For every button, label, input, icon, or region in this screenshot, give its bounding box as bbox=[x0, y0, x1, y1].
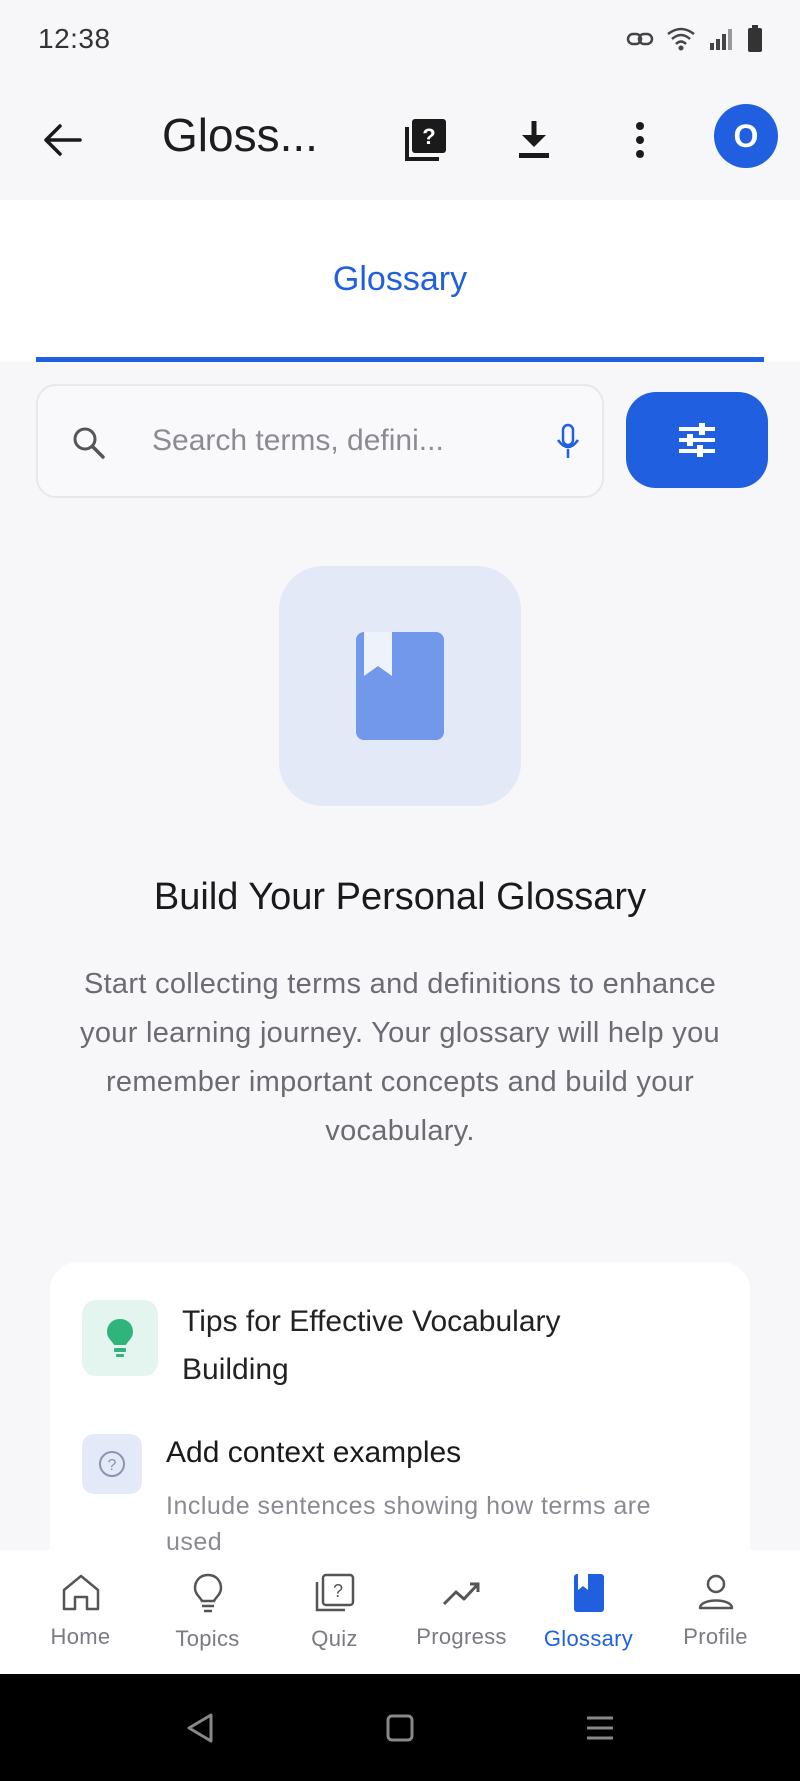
system-navigation-bar bbox=[0, 1674, 800, 1781]
arrow-back-icon bbox=[44, 124, 82, 156]
quiz-icon: ? bbox=[405, 119, 446, 161]
empty-state-description: Start collecting terms and definitions t… bbox=[80, 968, 720, 1147]
signal-icon bbox=[710, 29, 732, 50]
empty-state-title: Build Your Personal Glossary bbox=[153, 876, 647, 918]
system-back-button[interactable] bbox=[180, 1708, 220, 1748]
tune-icon bbox=[679, 423, 715, 457]
nav-profile[interactable]: Profile bbox=[652, 1550, 779, 1674]
lightbulb-icon bbox=[193, 1573, 222, 1613]
status-time: 12:38 bbox=[38, 23, 111, 54]
triangle-back-icon bbox=[187, 1713, 213, 1743]
nav-home[interactable]: Home bbox=[17, 1550, 144, 1674]
nav-label: Glossary bbox=[543, 1626, 634, 1651]
tip-title: Add context examples bbox=[166, 1436, 462, 1469]
book-icon bbox=[573, 1574, 604, 1612]
nav-label: Profile bbox=[683, 1624, 748, 1649]
tips-icon-box bbox=[82, 1300, 158, 1376]
square-home-icon bbox=[386, 1714, 414, 1742]
nav-progress[interactable]: Progress bbox=[398, 1550, 525, 1674]
more-vert-icon bbox=[636, 122, 644, 158]
page-title: Gloss... bbox=[162, 109, 318, 161]
status-icons bbox=[626, 25, 764, 53]
status-bar: 12:38 bbox=[0, 0, 800, 78]
nav-glossary[interactable]: Glossary bbox=[525, 1550, 652, 1674]
avatar[interactable]: O bbox=[714, 104, 778, 168]
svg-text:?: ? bbox=[422, 124, 435, 149]
download-icon bbox=[519, 121, 549, 158]
tab-glossary[interactable]: Glossary bbox=[36, 200, 764, 362]
svg-text:?: ? bbox=[108, 1457, 117, 1474]
battery-icon bbox=[748, 25, 762, 52]
help-icon: ? bbox=[99, 1451, 125, 1477]
trending-icon bbox=[442, 1582, 479, 1606]
nav-quiz[interactable]: ? Quiz bbox=[271, 1550, 398, 1674]
menu-recents-icon bbox=[587, 1716, 613, 1740]
more-options-button[interactable] bbox=[614, 114, 666, 166]
tips-title: Tips for Effective Vocabulary Building bbox=[182, 1305, 561, 1386]
mic-icon[interactable] bbox=[554, 422, 582, 462]
system-home-button[interactable] bbox=[380, 1708, 420, 1748]
quiz-action-button[interactable]: ? bbox=[400, 114, 452, 166]
system-recents-button[interactable] bbox=[580, 1708, 620, 1748]
svg-text:?: ? bbox=[332, 1581, 342, 1601]
nav-label: Progress bbox=[416, 1624, 507, 1649]
back-button[interactable] bbox=[38, 116, 86, 164]
tip-icon-box: ? bbox=[82, 1434, 142, 1494]
book-icon bbox=[356, 632, 444, 740]
link-icon bbox=[626, 32, 654, 46]
tab-label: Glossary bbox=[332, 259, 468, 298]
filter-button[interactable] bbox=[626, 392, 768, 488]
nav-label: Home bbox=[50, 1624, 111, 1649]
bottom-navigation: Home Topics ? Quiz Progress Glossary Pro… bbox=[0, 1550, 800, 1674]
nav-topics[interactable]: Topics bbox=[144, 1550, 271, 1674]
search-icon bbox=[73, 427, 105, 459]
app-bar: Gloss... ? O bbox=[0, 88, 800, 188]
download-button[interactable] bbox=[508, 114, 560, 166]
search-bar[interactable]: Search terms, defini... bbox=[36, 384, 604, 498]
tab-bar: Glossary bbox=[0, 200, 800, 362]
tab-indicator bbox=[36, 357, 764, 362]
wifi-icon bbox=[667, 27, 695, 51]
nav-label: Topics bbox=[175, 1626, 240, 1651]
home-icon bbox=[62, 1574, 99, 1611]
search-input[interactable]: Search terms, defini... bbox=[152, 424, 492, 458]
nav-label: Quiz bbox=[311, 1626, 358, 1651]
lightbulb-icon bbox=[107, 1319, 133, 1357]
person-icon bbox=[698, 1574, 733, 1610]
quiz-icon: ? bbox=[315, 1573, 354, 1612]
glossary-illustration bbox=[279, 566, 521, 806]
